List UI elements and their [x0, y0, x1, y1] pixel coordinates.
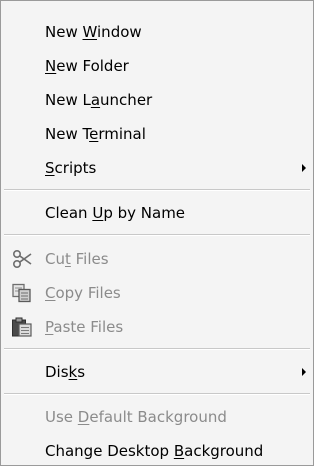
menu-item-label: Cut Files — [45, 250, 109, 268]
menu-item-new-folder[interactable]: New Folder — [1, 51, 313, 81]
submenu-arrow-icon — [302, 164, 306, 172]
copy-icon — [12, 283, 31, 303]
submenu-arrow-icon — [302, 368, 306, 376]
menu-item-label: New Window — [45, 23, 142, 41]
menu-item-label: New Launcher — [45, 91, 153, 109]
menu-item-scripts[interactable]: Scripts — [1, 153, 313, 183]
menu-item-label: Change Desktop Background — [45, 442, 264, 460]
scissors-icon — [12, 249, 32, 269]
menu-item-change-desktop-background[interactable]: Change Desktop Background — [1, 436, 313, 466]
menu-separator — [4, 189, 310, 191]
desktop-context-menu: New Window New Folder New Launcher New T… — [0, 0, 314, 466]
menu-item-label: New Folder — [45, 57, 129, 75]
menu-item-label: New Terminal — [45, 125, 146, 143]
menu-item-cut-files[interactable]: Cut Files — [1, 244, 313, 274]
menu-separator — [4, 348, 310, 350]
menu-item-label: Copy Files — [45, 284, 121, 302]
menu-separator — [4, 234, 310, 236]
menu-item-copy-files[interactable]: Copy Files — [1, 278, 313, 308]
menu-item-label: Clean Up by Name — [45, 204, 186, 222]
menu-item-label: Use Default Background — [45, 408, 227, 426]
menu-item-label: Scripts — [45, 159, 97, 177]
menu-item-label: Paste Files — [45, 318, 124, 336]
menu-item-paste-files[interactable]: Paste Files — [1, 312, 313, 342]
menu-item-clean-up-by-name[interactable]: Clean Up by Name — [1, 198, 313, 228]
menu-item-use-default-background[interactable]: Use Default Background — [1, 402, 313, 432]
menu-separator — [4, 393, 310, 395]
menu-item-new-launcher[interactable]: New Launcher — [1, 85, 313, 115]
clipboard-icon — [12, 317, 32, 337]
menu-item-disks[interactable]: Disks — [1, 357, 313, 387]
menu-item-new-terminal[interactable]: New Terminal — [1, 119, 313, 149]
menu-item-new-window[interactable]: New Window — [1, 17, 313, 47]
menu-item-label: Disks — [45, 363, 86, 381]
